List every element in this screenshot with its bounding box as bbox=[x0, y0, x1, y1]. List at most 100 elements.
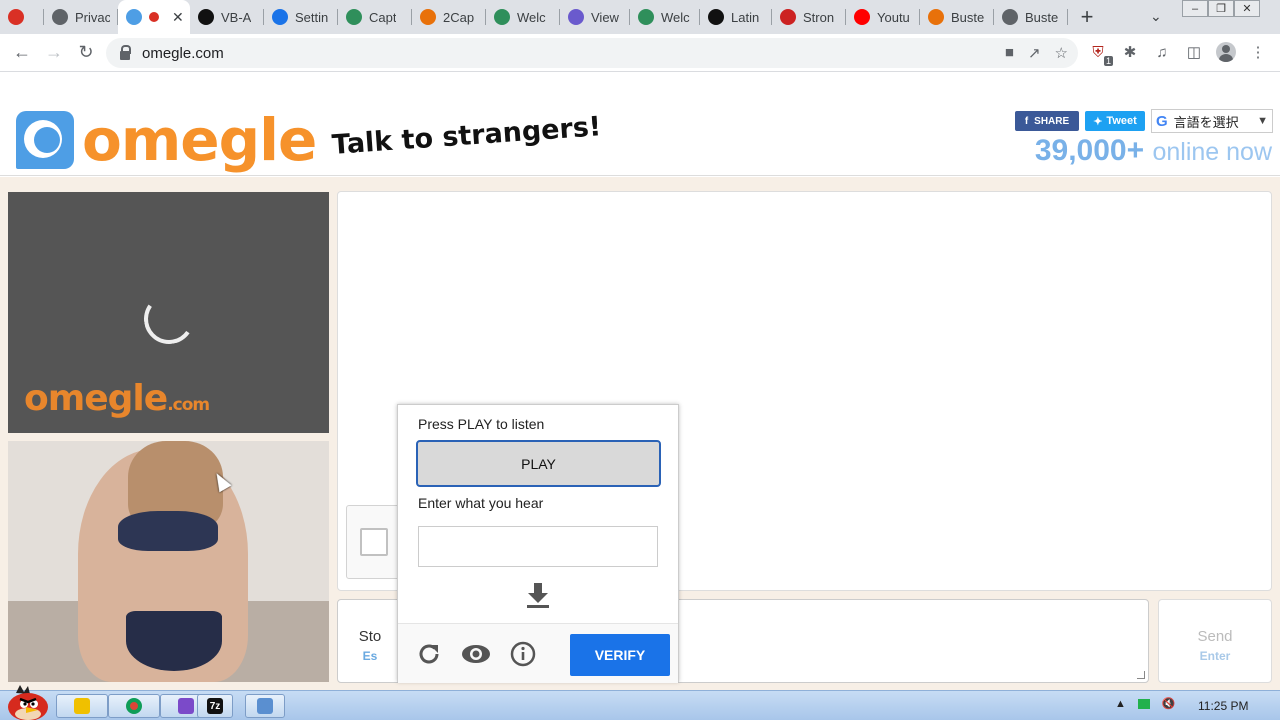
browser-tab[interactable]: 2Cap bbox=[412, 0, 486, 34]
restore-button[interactable]: ❐ bbox=[1208, 0, 1234, 17]
browser-tab[interactable]: Youtu bbox=[846, 0, 920, 34]
system-tray: ▲ 🔇 bbox=[1115, 697, 1176, 711]
captcha-icon bbox=[346, 9, 362, 25]
app-grid-icon bbox=[178, 698, 194, 714]
lock-icon[interactable] bbox=[120, 44, 131, 60]
new-tab-plus-icon[interactable]: + bbox=[1072, 0, 1102, 34]
browser-tab[interactable]: View bbox=[560, 0, 630, 34]
rainbow-icon bbox=[928, 9, 944, 25]
browser-tab[interactable]: Stron bbox=[772, 0, 846, 34]
menu-kebab-icon[interactable]: ⋮ bbox=[1248, 42, 1268, 62]
browser-tab[interactable]: Capt bbox=[338, 0, 412, 34]
omegle-logo-icon[interactable] bbox=[16, 111, 74, 169]
taskbar: 7z ▲ 🔇 11:25 PM bbox=[0, 685, 1280, 720]
info-help-icon[interactable] bbox=[510, 641, 536, 667]
browser-tab[interactable]: Buste bbox=[920, 0, 994, 34]
omegle-icon bbox=[126, 9, 142, 25]
social-buttons: f SHARE ✦ Tweet G 言語を選択 ▼ bbox=[1015, 109, 1273, 133]
visual-challenge-eye-icon[interactable] bbox=[461, 641, 491, 667]
browser-tab[interactable]: Privac bbox=[44, 0, 118, 34]
minimize-button[interactable]: – bbox=[1182, 0, 1208, 17]
tab-title: Youtu bbox=[877, 9, 910, 25]
omegle-logo-text[interactable]: omegle bbox=[82, 106, 317, 174]
media-control-icon[interactable]: ♫ bbox=[1152, 42, 1172, 62]
volume-muted-icon[interactable]: 🔇 bbox=[1162, 697, 1176, 710]
language-select[interactable]: G 言語を選択 ▼ bbox=[1151, 109, 1273, 133]
browser-tab[interactable] bbox=[0, 0, 44, 34]
url-text[interactable]: omegle.com bbox=[142, 45, 224, 62]
gear-icon bbox=[272, 9, 288, 25]
video-watermark: omegle.com bbox=[24, 378, 210, 419]
language-select-label: 言語を選択 bbox=[1173, 114, 1239, 130]
browser-tab[interactable]: Welc bbox=[486, 0, 560, 34]
browser-tab[interactable]: VB-A bbox=[190, 0, 264, 34]
puzzle-extensions-icon[interactable]: ✱ bbox=[1120, 42, 1140, 62]
facebook-share-button[interactable]: f SHARE bbox=[1015, 111, 1079, 131]
close-window-button[interactable]: ✕ bbox=[1234, 0, 1260, 17]
share-icon[interactable]: ↗ bbox=[1028, 44, 1041, 62]
audio-response-input[interactable] bbox=[418, 526, 658, 567]
send-button[interactable]: Send Enter bbox=[1158, 599, 1272, 683]
share-label: SHARE bbox=[1034, 115, 1070, 127]
tweet-label: Tweet bbox=[1106, 115, 1137, 127]
stranger-video: omegle.com bbox=[8, 192, 329, 433]
battery-icon[interactable] bbox=[1137, 698, 1150, 709]
chrome-icon bbox=[126, 698, 142, 714]
browser-tab[interactable]: Buste bbox=[994, 0, 1068, 34]
verify-button[interactable]: VERIFY bbox=[570, 634, 670, 676]
reload-challenge-icon[interactable] bbox=[416, 641, 442, 667]
tweet-button[interactable]: ✦ Tweet bbox=[1085, 111, 1145, 131]
video-person-bottom bbox=[126, 611, 222, 671]
recording-dot-icon bbox=[8, 9, 24, 25]
at-icon bbox=[568, 9, 584, 25]
tab-title: View bbox=[591, 9, 619, 25]
taskbar-7zip[interactable]: 7z bbox=[197, 694, 233, 718]
shield-extension-icon[interactable]: ⛨ 1 bbox=[1088, 42, 1113, 66]
video-person-top bbox=[118, 511, 218, 551]
twitter-bird-icon: ✦ bbox=[1093, 115, 1103, 128]
taskbar-explorer[interactable] bbox=[56, 694, 108, 718]
taskbar-clock[interactable]: 11:25 PM bbox=[1198, 699, 1248, 713]
start-angry-bird-icon[interactable] bbox=[4, 683, 50, 720]
rainbow-icon bbox=[420, 9, 436, 25]
address-bar[interactable]: omegle.com ■ ↗ ☆ bbox=[106, 38, 1078, 68]
dropdown-arrow-icon: ▼ bbox=[1257, 115, 1268, 127]
side-panel-icon[interactable]: ◫ bbox=[1184, 42, 1204, 62]
self-video bbox=[8, 441, 329, 682]
vb-icon bbox=[198, 9, 214, 25]
tab-title: Capt bbox=[369, 9, 397, 25]
recaptcha-checkbox[interactable] bbox=[360, 528, 388, 556]
captcha-icon bbox=[494, 9, 510, 25]
stop-button[interactable]: Sto Es bbox=[337, 599, 403, 683]
reload-button[interactable]: ↻ bbox=[70, 37, 102, 69]
recaptcha-audio-challenge: Press PLAY to listen PLAY Enter what you… bbox=[397, 404, 679, 683]
tab-title: Stron bbox=[803, 9, 835, 25]
watermark-main: omegle bbox=[24, 378, 168, 419]
browser-tab[interactable]: Latin bbox=[700, 0, 772, 34]
online-counter: 39,000+ online now bbox=[1035, 134, 1272, 168]
loading-spinner-icon bbox=[140, 290, 198, 348]
resize-grip-icon[interactable] bbox=[1137, 671, 1145, 679]
browser-tab[interactable]: Welc bbox=[630, 0, 700, 34]
tray-expand-icon[interactable]: ▲ bbox=[1115, 698, 1126, 710]
recording-dot-icon bbox=[149, 12, 159, 22]
taskbar-chrome[interactable] bbox=[108, 694, 160, 718]
challenge-footer: VERIFY bbox=[398, 623, 678, 683]
captcha-icon bbox=[638, 9, 654, 25]
browser-tab[interactable]: ✕ bbox=[118, 0, 190, 34]
profile-avatar-icon[interactable] bbox=[1216, 42, 1236, 62]
extension-badge: 1 bbox=[1103, 56, 1113, 66]
forward-button[interactable]: → bbox=[38, 37, 70, 69]
download-icon[interactable] bbox=[525, 581, 551, 609]
back-button[interactable]: ← bbox=[6, 37, 38, 69]
close-tab-icon[interactable]: ✕ bbox=[172, 9, 184, 26]
tab-title: Buste bbox=[951, 9, 985, 25]
tab-search-chevron-icon[interactable]: ⌄ bbox=[1150, 8, 1162, 25]
taskbar-network[interactable] bbox=[245, 694, 285, 718]
wikipedia-icon bbox=[708, 9, 724, 25]
play-button[interactable]: PLAY bbox=[416, 440, 661, 487]
browser-tab[interactable]: Settin bbox=[264, 0, 338, 34]
window-controls: – ❐ ✕ bbox=[1182, 0, 1260, 18]
bookmark-star-icon[interactable]: ☆ bbox=[1055, 44, 1068, 62]
camera-icon[interactable]: ■ bbox=[1005, 44, 1014, 62]
